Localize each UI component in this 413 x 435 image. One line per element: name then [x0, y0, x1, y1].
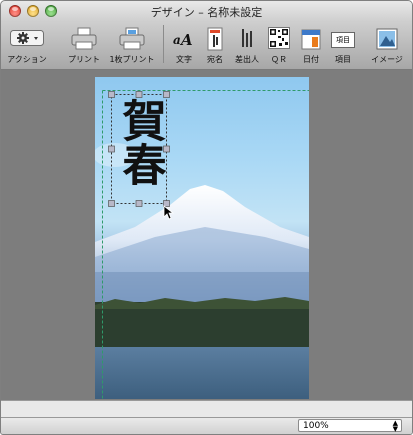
gear-icon: [10, 30, 44, 50]
qr-icon: [268, 27, 290, 53]
window-title: デザイン – 名称未設定: [150, 6, 263, 19]
greeting-text-glyphs: 賀春: [115, 98, 167, 186]
single-print-icon: [118, 27, 146, 55]
text-icon: a A: [172, 27, 196, 55]
printer-icon: [70, 27, 98, 55]
title-bar: デザイン – 名称未設定: [1, 1, 412, 21]
horizontal-scrollbar[interactable]: [1, 400, 412, 417]
svg-text:a: a: [173, 33, 181, 47]
zoom-value: 100%: [303, 421, 329, 431]
toolbar: アクション プリント 1枚プリント a A 文字 宛名 差出人 ＱＲ 日付 項目…: [1, 21, 412, 70]
image-icon: [375, 27, 399, 55]
sender-icon: [237, 27, 257, 55]
greeting-text[interactable]: 賀春: [110, 92, 170, 212]
print-button[interactable]: プリント: [68, 24, 100, 68]
address-icon: [205, 27, 225, 55]
field-icon: 項目: [331, 32, 355, 48]
image-label: イメージ: [371, 55, 403, 64]
image-button[interactable]: イメージ: [371, 24, 403, 68]
svg-text:A: A: [179, 31, 193, 49]
action-button[interactable]: アクション: [7, 24, 47, 68]
calendar-icon: [300, 27, 322, 55]
design-canvas[interactable]: 賀春: [1, 70, 412, 400]
stepper-arrows-icon: ▲ ▼: [392, 419, 398, 433]
design-window: デザイン – 名称未設定 アクション プリント 1枚プリント a A 文字 宛名…: [0, 0, 413, 435]
zoom-select[interactable]: 100% ▲ ▼: [298, 419, 402, 433]
status-bar: 100% ▲ ▼: [1, 417, 412, 434]
postcard[interactable]: 賀春: [95, 77, 309, 399]
single-print-button[interactable]: 1枚プリント: [109, 24, 155, 68]
